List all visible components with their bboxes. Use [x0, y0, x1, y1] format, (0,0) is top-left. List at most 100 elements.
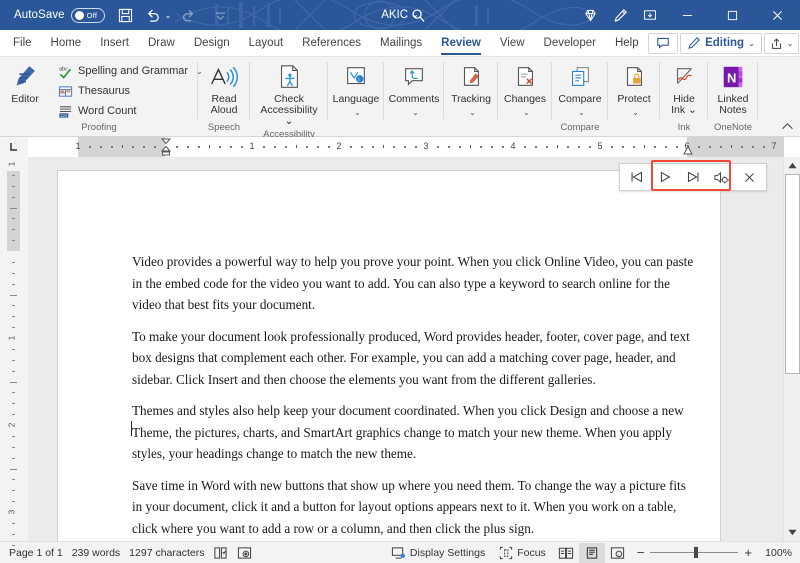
scroll-up-arrow-icon[interactable]: [784, 157, 800, 174]
chevron-down-icon[interactable]: ⌄: [469, 107, 476, 118]
horizontal-ruler[interactable]: 11234567: [28, 137, 800, 157]
zoom-out-button[interactable]: −: [637, 545, 645, 560]
character-count[interactable]: 1297 characters: [129, 547, 213, 559]
search-icon[interactable]: [403, 0, 433, 30]
tab-home[interactable]: Home: [41, 30, 91, 56]
title-bar: AutoSave Off ⌄: [0, 0, 800, 30]
proofing-errors-icon[interactable]: [213, 546, 237, 560]
share-button[interactable]: ⌄: [764, 33, 800, 54]
ribbon-group-language: i Language ⌄: [328, 57, 384, 136]
read-aloud-settings-icon[interactable]: [708, 165, 734, 189]
scroll-down-arrow-icon[interactable]: [784, 524, 800, 541]
document-page[interactable]: Video provides a powerful way to help yo…: [58, 171, 720, 541]
page-count[interactable]: Page 1 of 1: [9, 547, 72, 559]
vertical-scrollbar[interactable]: [783, 157, 800, 541]
close-icon[interactable]: [755, 0, 800, 30]
chevron-down-icon[interactable]: ⌄: [354, 107, 361, 118]
document-paragraph[interactable]: Save time in Word with new buttons that …: [132, 475, 698, 540]
tab-layout[interactable]: Layout: [239, 30, 293, 56]
check-accessibility-button[interactable]: Check Accessibility ⌄: [251, 60, 327, 129]
pen-icon[interactable]: [605, 0, 635, 30]
editor-area: 1123 Video provides a powerful way to he…: [0, 157, 800, 541]
document-paragraph[interactable]: Themes and styles also help keep your do…: [132, 400, 698, 465]
web-layout-view-icon[interactable]: i: [605, 543, 631, 563]
undo-dropdown-caret-icon[interactable]: ⌄: [165, 11, 172, 20]
scrollbar-thumb[interactable]: [785, 174, 800, 374]
right-indent-marker[interactable]: [683, 146, 693, 157]
ruler-tick: [122, 145, 123, 148]
focus-button[interactable]: Focus: [492, 543, 553, 563]
left-tab-stop-icon[interactable]: [0, 137, 28, 157]
zoom-level[interactable]: 100%: [758, 547, 792, 559]
chevron-down-icon[interactable]: ⌄: [523, 107, 530, 118]
ruler-margin-area[interactable]: [687, 137, 784, 157]
customize-quick-access-toolbar-icon[interactable]: [207, 3, 233, 27]
tab-developer[interactable]: Developer: [534, 30, 605, 56]
changes-button[interactable]: Changes ⌄: [499, 60, 551, 120]
tracking-button[interactable]: Tracking ⌄: [446, 60, 496, 120]
undo-icon[interactable]: [141, 3, 167, 27]
comments-button[interactable]: [648, 33, 678, 54]
ribbon-group-tracking: Tracking ⌄: [444, 57, 498, 136]
tab-draw[interactable]: Draw: [138, 30, 184, 56]
tab-help[interactable]: Help: [605, 30, 648, 56]
check-accessibility-label: Check Accessibility ⌄: [256, 94, 322, 127]
ruler-tick: [263, 146, 265, 148]
editing-mode-button[interactable]: Editing ⌄: [680, 33, 762, 54]
tab-view[interactable]: View: [490, 30, 534, 56]
word-count[interactable]: 239 words: [72, 547, 129, 559]
minimize-icon[interactable]: [665, 0, 710, 30]
document-canvas[interactable]: Video provides a powerful way to help yo…: [28, 157, 783, 541]
maximize-icon[interactable]: [710, 0, 755, 30]
spelling-and-grammar-button[interactable]: abc Spelling and Grammar ⌄: [53, 62, 207, 80]
read-aloud-button[interactable]: Read Aloud: [202, 60, 246, 118]
ruler-tick: [578, 146, 580, 148]
protect-button[interactable]: Protect ⌄: [612, 60, 656, 120]
comments-ribbon-button[interactable]: Comments ⌄: [385, 60, 443, 120]
ruler-top-margin-area[interactable]: [7, 171, 20, 251]
zoom-in-button[interactable]: +: [744, 545, 752, 560]
linked-notes-button[interactable]: N Linked Notes: [711, 60, 755, 118]
print-layout-view-icon[interactable]: [579, 543, 605, 563]
ruler-tick: [132, 146, 134, 148]
thesaurus-button[interactable]: Thesaurus: [53, 82, 207, 100]
display-settings-button[interactable]: Display Settings: [384, 543, 492, 563]
read-mode-view-icon[interactable]: [553, 543, 579, 563]
zoom-slider-thumb[interactable]: [694, 547, 698, 558]
editor-button[interactable]: Editor: [1, 60, 49, 107]
next-icon[interactable]: [680, 165, 706, 189]
tab-file[interactable]: File: [0, 30, 41, 56]
tab-design[interactable]: Design: [184, 30, 239, 56]
accessibility-checker-icon[interactable]: [237, 546, 261, 560]
play-icon[interactable]: [652, 165, 678, 189]
document-paragraph[interactable]: Video provides a powerful way to help yo…: [132, 251, 698, 316]
language-button[interactable]: i Language ⌄: [329, 60, 383, 120]
chevron-down-icon[interactable]: ⌄: [578, 107, 585, 118]
chevron-down-icon[interactable]: ⌄: [787, 39, 794, 48]
diamond-icon[interactable]: [575, 0, 605, 30]
document-paragraph[interactable]: To make your document look professionall…: [132, 326, 698, 391]
vertical-ruler[interactable]: 1123: [0, 157, 28, 541]
chevron-down-icon[interactable]: ⌄: [412, 107, 419, 118]
tab-references[interactable]: References: [293, 30, 371, 56]
redo-icon[interactable]: [175, 3, 201, 27]
collapse-ribbon-chevron-icon[interactable]: [781, 122, 794, 134]
document-text[interactable]: Video provides a powerful way to help yo…: [132, 251, 698, 541]
save-icon[interactable]: [113, 3, 139, 27]
indent-markers[interactable]: [161, 138, 171, 157]
tab-insert[interactable]: Insert: [91, 30, 139, 56]
word-count-button[interactable]: 123 Word Count: [53, 102, 207, 120]
tab-review[interactable]: Review: [432, 30, 491, 56]
ribbon-display-options-icon[interactable]: [635, 0, 665, 30]
compare-button[interactable]: Compare ⌄: [553, 60, 606, 120]
chevron-down-icon[interactable]: ⌄: [632, 107, 639, 118]
vertical-ruler-tick: [12, 436, 15, 437]
zoom-slider[interactable]: [650, 552, 738, 553]
close-icon[interactable]: [736, 165, 762, 189]
tab-mailings[interactable]: Mailings: [370, 30, 431, 56]
chevron-down-icon[interactable]: ⌄: [748, 39, 755, 48]
previous-icon[interactable]: [624, 165, 650, 189]
compare-icon: [566, 62, 594, 92]
hide-ink-button[interactable]: Hide Ink ⌄: [662, 60, 706, 118]
autosave-toggle[interactable]: Off: [71, 8, 105, 23]
